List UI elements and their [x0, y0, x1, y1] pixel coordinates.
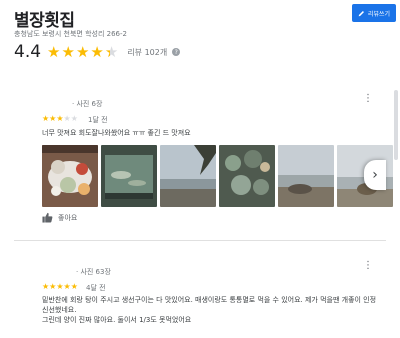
shellfish-photo[interactable] [219, 145, 275, 207]
more-options-icon[interactable]: ⋮ [363, 261, 373, 271]
like-label: 좋아요 [58, 213, 78, 222]
star-icon: ★ [104, 42, 119, 61]
star-icon: ★ [49, 114, 57, 123]
star-icon: ★ [61, 42, 75, 61]
seafood-platter-photo[interactable] [42, 145, 98, 207]
fish-tank-photo[interactable] [101, 145, 157, 207]
review-count[interactable]: 리뷰 102개 [127, 47, 167, 58]
thumbs-up-icon [42, 212, 53, 223]
review-stars: ★ ★ ★ ★ ★ [42, 283, 78, 291]
star-icon: ★ [70, 282, 78, 291]
star-icon: ★ [42, 282, 50, 291]
review-text: 밑반찬에 회랑 탕이 주시고 생선구이는 다 맛있어요. 매생이랑도 통통멸로 … [42, 296, 377, 324]
photos-next-button[interactable]: › [364, 160, 386, 190]
review-photos [42, 145, 393, 207]
star-icon: ★ [49, 282, 57, 291]
rating-summary: 4.4 ★ ★ ★ ★ ★ 리뷰 102개 ? [14, 41, 181, 63]
write-review-button[interactable]: 리뷰쓰기 [352, 4, 396, 22]
reviewer-meta[interactable]: · 사진 63장 [76, 267, 111, 277]
reviewer-meta[interactable]: · 사진 6장 [72, 99, 102, 109]
review-time: 1달 전 [88, 116, 108, 124]
shore-rocks-photo[interactable] [278, 145, 334, 207]
chevron-right-icon: › [372, 167, 378, 183]
more-options-icon[interactable]: ⋮ [363, 94, 373, 104]
place-title: 별장횟집 [14, 11, 75, 31]
review-time: 4달 전 [86, 284, 106, 292]
star-icon: ★ [63, 282, 71, 291]
review-divider [14, 240, 386, 241]
sea-view-photo[interactable] [160, 145, 216, 207]
place-address: 충청남도 보령시 천북면 학성리 266-2 [14, 30, 127, 38]
star-icon: ★ [56, 114, 64, 123]
star-icon: ★ [90, 42, 104, 61]
pencil-icon [358, 10, 364, 16]
rating-value: 4.4 [14, 42, 42, 62]
help-icon[interactable]: ? [172, 48, 181, 56]
star-icon: ★ [70, 114, 78, 123]
scrollbar[interactable] [394, 90, 398, 160]
star-icon: ★ [63, 114, 71, 123]
star-icon: ★ [75, 42, 90, 61]
write-review-label: 리뷰쓰기 [367, 10, 391, 18]
review-text: 너무 맛져요 회도잘나와쐈어요 ㅠㅠ 좋긴 드 맛져요 [42, 129, 191, 137]
star-icon: ★ [47, 42, 61, 61]
like-button[interactable]: 좋아요 [42, 212, 77, 223]
star-icon: ★ [42, 114, 50, 123]
review-stars: ★ ★ ★ ★ ★ [42, 115, 78, 123]
star-icon: ★ [56, 282, 64, 291]
rating-stars: ★ ★ ★ ★ ★ [47, 42, 119, 61]
